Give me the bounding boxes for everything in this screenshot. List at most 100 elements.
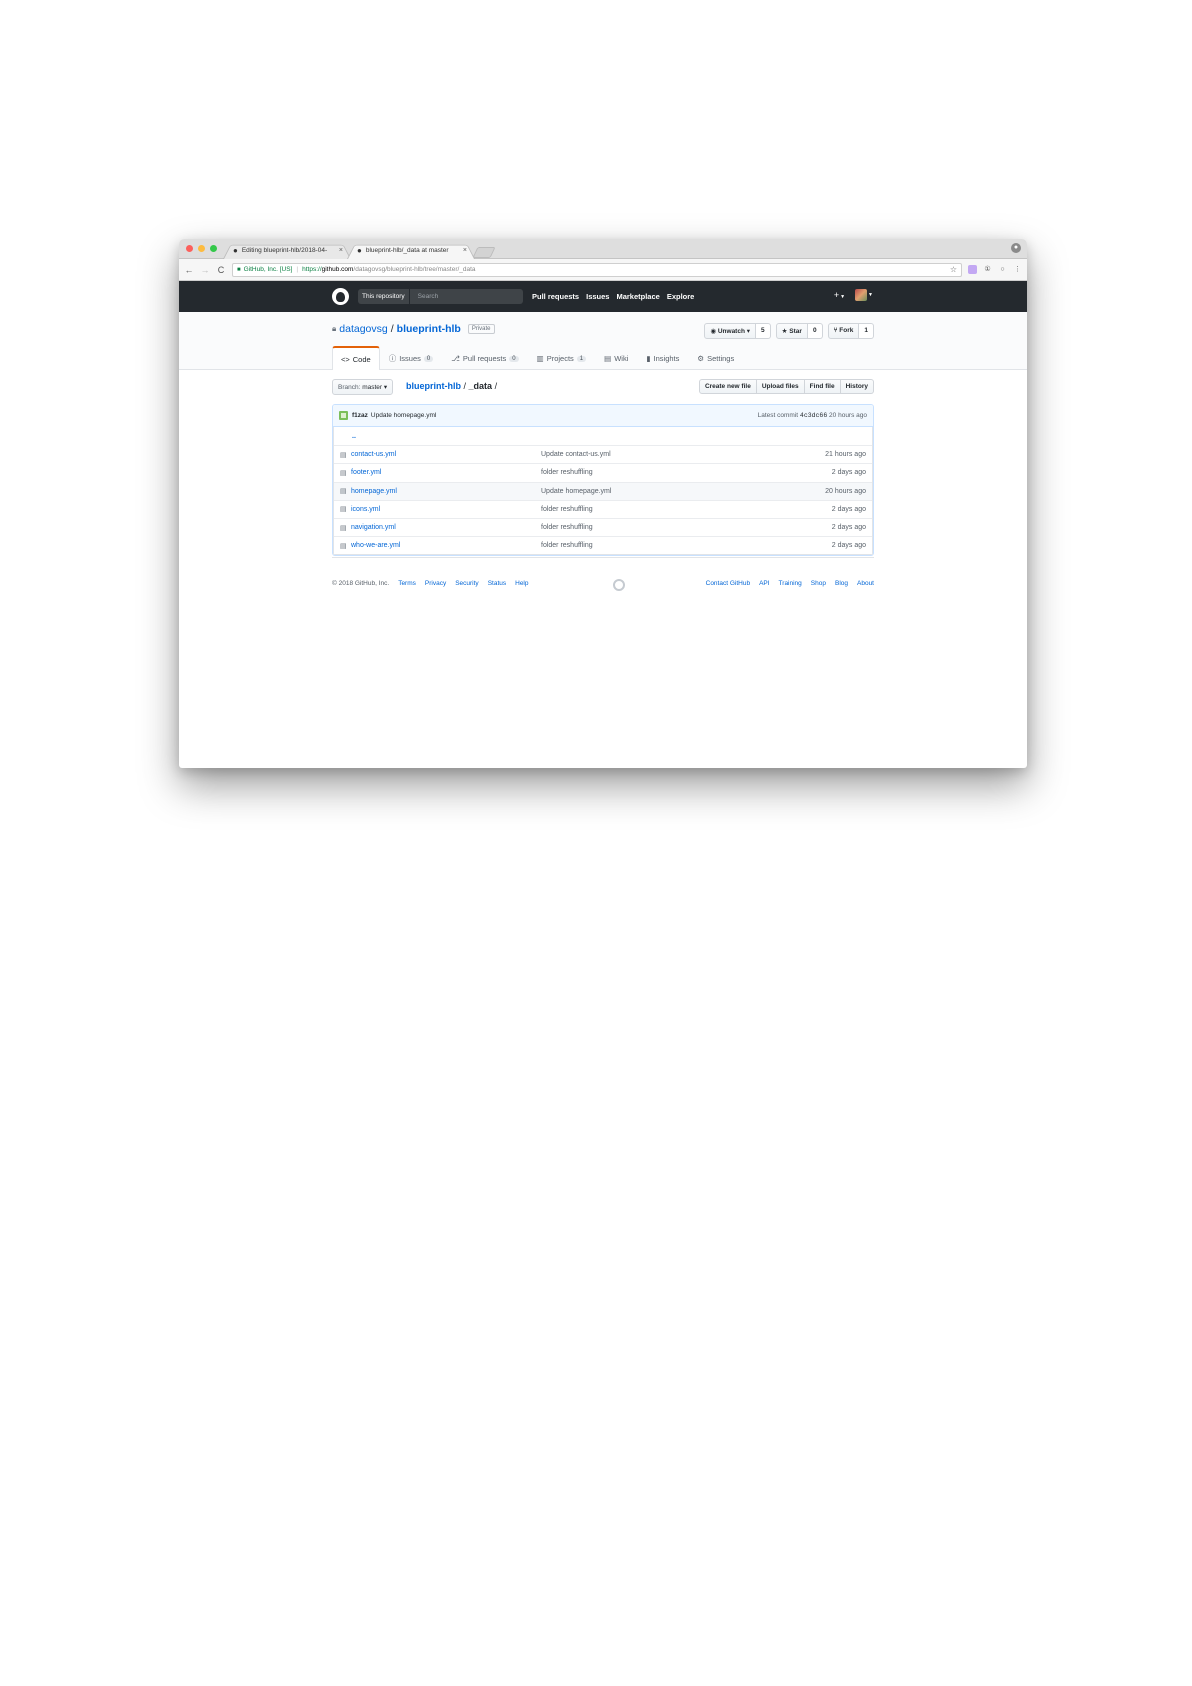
footer-link-security[interactable]: Security: [455, 580, 478, 587]
footer-link-training[interactable]: Training: [779, 580, 802, 587]
find-file-button[interactable]: Find file: [804, 379, 841, 394]
url-divider: |: [296, 266, 299, 273]
create-new-file-button[interactable]: Create new file: [698, 379, 757, 394]
certificate-label: GitHub, Inc. [US]: [243, 266, 293, 273]
file-commit-message[interactable]: folder reshuffling: [541, 524, 741, 531]
tab-code[interactable]: <> Code: [332, 346, 380, 370]
nav-pull-requests[interactable]: Pull requests: [532, 292, 579, 301]
extension-circle-icon[interactable]: ○: [998, 265, 1007, 274]
footer-right: Contact GitHub API Training Shop Blog Ab…: [706, 580, 874, 587]
file-icon: ▤: [340, 451, 347, 459]
tab-label: Code: [352, 354, 371, 364]
password-manager-icon[interactable]: ①: [983, 265, 992, 274]
repo-owner-link[interactable]: datagovsg: [339, 323, 387, 335]
file-name-link[interactable]: who-we-are.yml: [351, 542, 541, 549]
parent-directory-link[interactable]: ..: [340, 433, 356, 440]
url-input[interactable]: ■ GitHub, Inc. [US] | https:// github.co…: [232, 262, 962, 277]
pull-requests-counter: 0: [509, 355, 519, 362]
profile-icon[interactable]: ●: [1011, 243, 1021, 253]
footer-link-about[interactable]: About: [857, 580, 874, 587]
footer-link-help[interactable]: Help: [515, 580, 528, 587]
unwatch-button[interactable]: ◉ Unwatch ▾: [704, 323, 757, 339]
close-window-button[interactable]: [186, 245, 193, 252]
minimize-window-button[interactable]: [198, 245, 205, 252]
tab-settings[interactable]: ⚙ Settings: [688, 346, 743, 370]
footer-link-terms[interactable]: Terms: [398, 580, 416, 587]
github-logo-icon[interactable]: [332, 288, 349, 305]
tab-pull-requests[interactable]: ⎇ Pull requests 0: [442, 346, 527, 370]
forward-icon[interactable]: →: [200, 265, 210, 275]
file-name-link[interactable]: contact-us.yml: [351, 451, 541, 458]
nav-issues[interactable]: Issues: [586, 292, 609, 301]
file-commit-message[interactable]: Update contact-us.yml: [541, 451, 741, 458]
commit-message[interactable]: Update homepage.yml: [371, 412, 436, 419]
github-header: This repository Search Pull requests Iss…: [179, 281, 1027, 312]
stargazers-count[interactable]: 0: [807, 323, 823, 339]
browser-tab-data[interactable]: ● blueprint-hlb/_data at master ×: [347, 242, 475, 259]
file-name-link[interactable]: homepage.yml: [351, 488, 541, 495]
footer-link-shop[interactable]: Shop: [811, 580, 826, 587]
new-tab-button[interactable]: [472, 247, 496, 258]
file-commit-message[interactable]: Update homepage.yml: [541, 488, 741, 495]
star-button[interactable]: ★ Star: [775, 323, 808, 339]
commit-sha-link[interactable]: 4c3dc66: [800, 412, 827, 419]
url-host: github.com: [321, 266, 354, 273]
search-scope: This repository: [358, 289, 410, 304]
latest-commit-bar: f1zaz Update homepage.yml Latest commit …: [333, 405, 873, 427]
watch-button-group: ◉ Unwatch ▾ 5: [704, 323, 771, 339]
tab-issues[interactable]: ⓘ Issues 0: [380, 346, 443, 370]
menu-kebab-icon[interactable]: ⋮: [1013, 265, 1022, 274]
back-icon[interactable]: ←: [184, 265, 194, 275]
close-tab-icon[interactable]: ×: [463, 247, 467, 254]
browser-tab-editing[interactable]: ● Editing blueprint-hlb/2018-04- ×: [223, 242, 351, 259]
file-commit-message[interactable]: folder reshuffling: [541, 469, 741, 476]
file-table: .. ▤ contact-us.yml Update contact-us.ym…: [333, 427, 873, 556]
footer-link-privacy[interactable]: Privacy: [425, 580, 446, 587]
github-logo-icon[interactable]: [613, 579, 625, 591]
search-input[interactable]: This repository Search: [358, 289, 523, 304]
branch-label: Branch:: [338, 383, 361, 391]
close-tab-icon[interactable]: ×: [339, 247, 343, 254]
nav-explore[interactable]: Explore: [667, 292, 695, 301]
file-icon: ▤: [340, 488, 347, 496]
file-commit-message[interactable]: folder reshuffling: [541, 506, 741, 513]
history-button[interactable]: History: [840, 379, 874, 394]
avatar-dropdown[interactable]: ▼: [855, 289, 873, 301]
watchers-count[interactable]: 5: [756, 323, 771, 339]
forks-count[interactable]: 1: [859, 323, 874, 339]
avatar[interactable]: [339, 411, 348, 420]
file-age: 20 hours ago: [825, 487, 866, 495]
footer-link-status[interactable]: Status: [488, 580, 506, 587]
file-icon: ▤: [340, 542, 347, 550]
file-icon: ▤: [340, 469, 347, 477]
new-plus-dropdown[interactable]: +▼: [834, 290, 845, 300]
footer-link-contact[interactable]: Contact GitHub: [706, 580, 750, 587]
tab-insights[interactable]: ▮ Insights: [637, 346, 688, 370]
commit-author[interactable]: f1zaz: [352, 412, 368, 419]
repo-nav: <> Code ⓘ Issues 0 ⎇ Pull requests 0 ▥ Project…: [332, 346, 743, 370]
tab-projects[interactable]: ▥ Projects 1: [528, 346, 596, 370]
star-label: Star: [789, 328, 802, 335]
file-age: 2 days ago: [831, 505, 866, 513]
file-name-link[interactable]: navigation.yml: [351, 524, 541, 531]
breadcrumb-root-link[interactable]: blueprint-hlb: [406, 381, 461, 391]
file-commit-message[interactable]: folder reshuffling: [541, 542, 741, 549]
bookmark-star-icon[interactable]: ☆: [950, 265, 957, 274]
branch-select-button[interactable]: Branch: master ▾: [332, 379, 394, 395]
maximize-window-button[interactable]: [210, 245, 217, 252]
branch-name: master: [362, 383, 383, 391]
chevron-down-icon: ▾: [746, 328, 751, 335]
tab-wiki[interactable]: ▤ Wiki: [595, 346, 637, 370]
footer-link-blog[interactable]: Blog: [835, 580, 848, 587]
extension-icon[interactable]: [968, 265, 977, 274]
file-name-link[interactable]: icons.yml: [351, 506, 541, 513]
tab-title: blueprint-hlb/_data at master: [365, 247, 449, 254]
upload-files-button[interactable]: Upload files: [756, 379, 805, 394]
footer-link-api[interactable]: API: [759, 580, 769, 587]
repo-name-link[interactable]: blueprint-hlb: [397, 323, 461, 335]
nav-marketplace[interactable]: Marketplace: [616, 292, 659, 301]
fork-button[interactable]: ⑂ Fork: [827, 323, 860, 339]
reload-icon[interactable]: C: [216, 265, 226, 275]
file-icon: ▤: [340, 506, 347, 514]
file-name-link[interactable]: footer.yml: [351, 469, 541, 476]
